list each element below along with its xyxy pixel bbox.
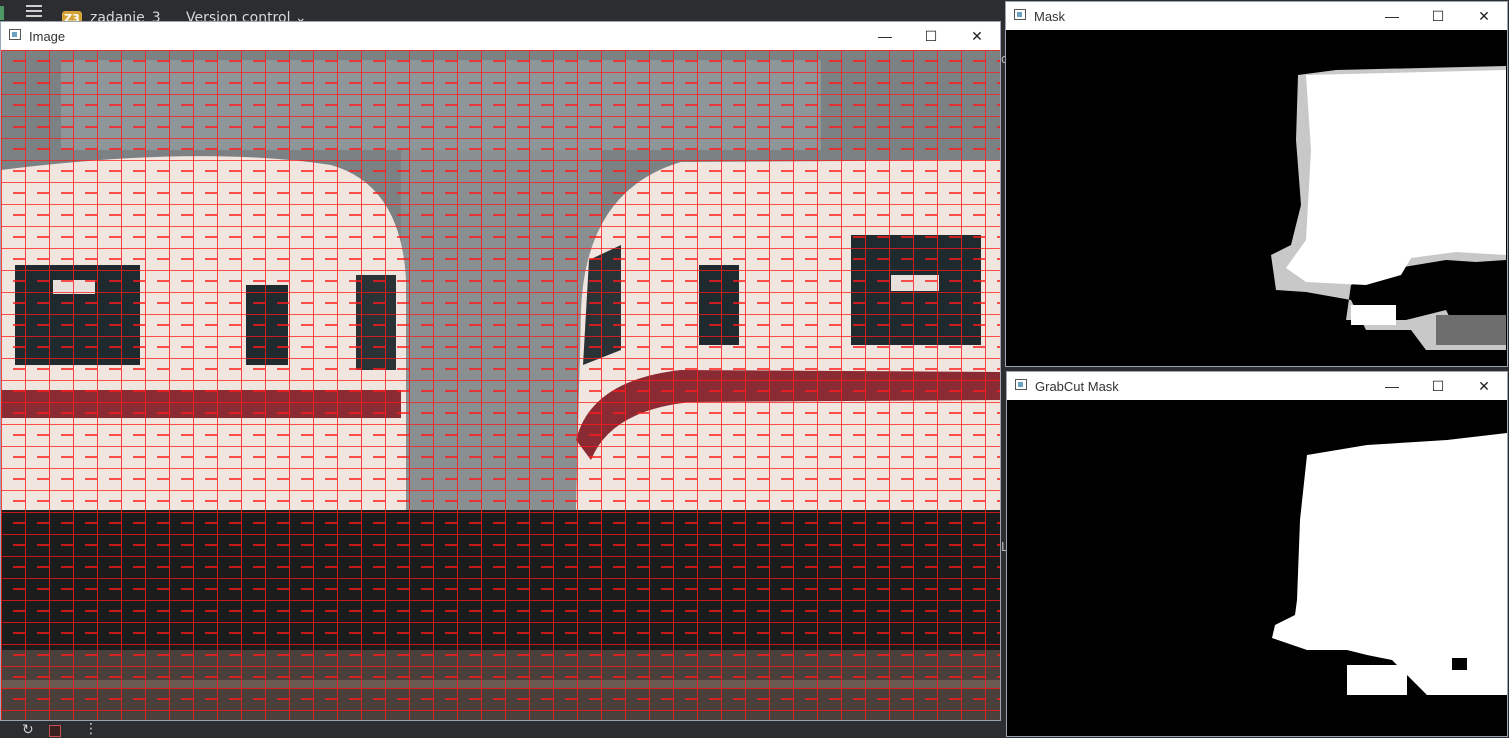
ide-run-toolbar: ↻ ⋮ [0, 720, 1000, 738]
grabcut-foreground-fragment [1347, 665, 1407, 695]
grabcut-window-titlebar[interactable]: GrabCut Mask — ☐ ✕ [1007, 372, 1507, 400]
grabcut-mask-image [1007, 400, 1507, 736]
superpixel-boundaries [1, 50, 1000, 720]
maximize-button[interactable]: ☐ [908, 22, 954, 50]
mask-image [1006, 30, 1507, 366]
mask-canvas [1006, 30, 1507, 366]
more-options-icon[interactable]: ⋮ [84, 721, 98, 737]
mask-foreground-region [1286, 70, 1506, 285]
mask-dark-region [1436, 315, 1506, 345]
close-button[interactable]: ✕ [1461, 372, 1507, 400]
maximize-button[interactable]: ☐ [1415, 372, 1461, 400]
mask-window: Mask — ☐ ✕ [1005, 1, 1508, 367]
minimize-button[interactable]: — [862, 22, 908, 50]
main-menu-icon[interactable] [26, 5, 42, 17]
run-indicator [0, 6, 4, 20]
window-title: Image [29, 29, 66, 44]
grabcut-window: GrabCut Mask — ☐ ✕ [1006, 371, 1508, 737]
window-icon [9, 29, 21, 40]
superpixel-image [1, 50, 1000, 720]
window-title: GrabCut Mask [1035, 379, 1119, 394]
image-canvas [1, 50, 1000, 720]
image-window: Image — ☐ ✕ [0, 21, 1001, 721]
mask-window-titlebar[interactable]: Mask — ☐ ✕ [1006, 2, 1507, 30]
mask-foreground-fragment [1351, 305, 1396, 325]
minimize-button[interactable]: — [1369, 372, 1415, 400]
close-button[interactable]: ✕ [954, 22, 1000, 50]
image-window-titlebar[interactable]: Image — ☐ ✕ [1, 22, 1000, 50]
maximize-button[interactable]: ☐ [1415, 2, 1461, 30]
close-button[interactable]: ✕ [1461, 2, 1507, 30]
rerun-icon[interactable]: ↻ [22, 722, 34, 738]
minimize-button[interactable]: — [1369, 2, 1415, 30]
stop-icon[interactable] [49, 725, 61, 737]
grabcut-hole [1452, 658, 1467, 670]
window-icon [1014, 9, 1026, 20]
grabcut-canvas [1007, 400, 1507, 736]
window-icon [1015, 379, 1027, 390]
window-title: Mask [1034, 9, 1066, 24]
